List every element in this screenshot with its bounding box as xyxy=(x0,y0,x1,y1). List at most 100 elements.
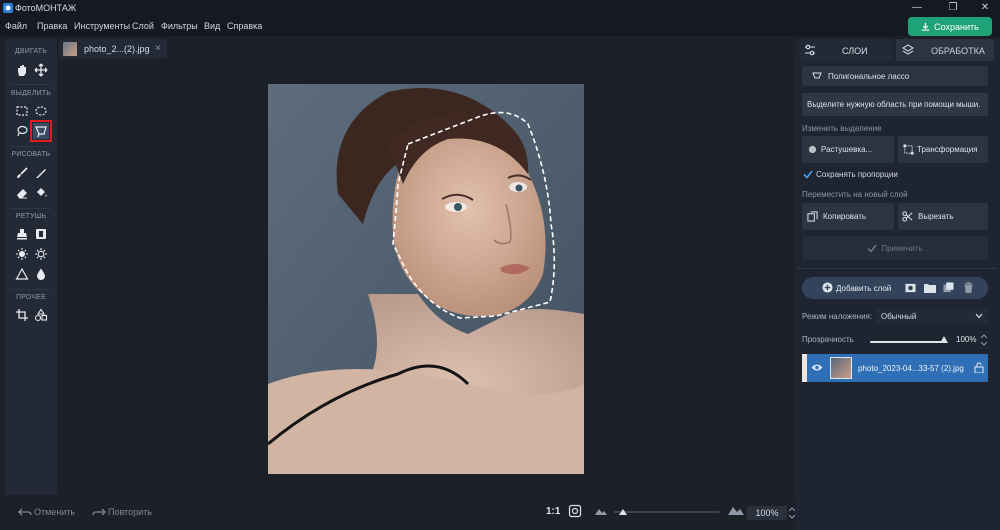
section-divider xyxy=(11,146,51,147)
ellipse-select-tool[interactable] xyxy=(33,103,49,119)
hint-text: Выделите нужную область при помощи мыши. xyxy=(807,100,981,109)
opacity-slider-thumb[interactable] xyxy=(940,336,948,343)
blend-mode-label: Режим наложения: xyxy=(802,312,873,321)
blend-mode-select[interactable]: Обычный xyxy=(876,309,988,324)
cut-button[interactable]: Вырезать xyxy=(898,203,988,230)
eye-icon[interactable] xyxy=(811,363,823,372)
shapes-tool[interactable] xyxy=(33,307,49,323)
menu-edit[interactable]: Правка xyxy=(37,21,67,31)
close-window-button[interactable]: ✕ xyxy=(974,1,996,15)
add-layer-button[interactable]: Добавить слой xyxy=(836,284,891,293)
duplicate-layer-icon[interactable] xyxy=(943,282,954,293)
undo-icon xyxy=(18,508,32,516)
feather-button-label: Растушевка... xyxy=(821,145,873,154)
save-button[interactable]: Сохранить xyxy=(908,17,992,36)
menu-filters[interactable]: Фильтры xyxy=(161,21,198,31)
layers-stack-icon xyxy=(902,44,914,55)
rect-select-tool[interactable] xyxy=(14,103,30,119)
tab-processing-label: ОБРАБОТКА xyxy=(931,46,985,56)
section-select-label: ВЫДЕЛИТЬ xyxy=(10,90,52,97)
eraser-tool[interactable] xyxy=(14,185,30,201)
patch-icon xyxy=(36,229,46,239)
actual-size-button[interactable]: 1:1 xyxy=(546,506,560,517)
section-divider xyxy=(11,289,51,290)
ellipse-select-icon xyxy=(35,106,47,116)
photo-image[interactable] xyxy=(268,84,584,474)
document-tab-close-button[interactable]: × xyxy=(155,43,161,54)
move-to-layer-label: Переместить на новый слой xyxy=(802,190,908,199)
brush-icon xyxy=(17,167,28,178)
current-tool-button[interactable]: Полигональное лассо xyxy=(802,66,988,86)
title-bar: ФотоМОНТАЖ — ❐ ✕ xyxy=(0,0,1000,16)
eraser-icon xyxy=(17,189,27,199)
lighten-tool[interactable] xyxy=(14,246,30,262)
apply-button[interactable]: Применить xyxy=(802,236,988,260)
save-button-label: Сохранить xyxy=(934,21,979,32)
keep-proportions-label[interactable]: Сохранять пропорции xyxy=(816,170,898,179)
hand-tool[interactable] xyxy=(14,62,30,78)
layer-thumbnail xyxy=(830,357,852,379)
opacity-spinner-icon[interactable] xyxy=(981,334,987,346)
transform-button-label: Трансформация xyxy=(917,145,978,154)
transform-icon xyxy=(903,144,914,155)
keep-proportions-checkbox[interactable] xyxy=(803,170,813,179)
crop-tool[interactable] xyxy=(14,307,30,323)
tool-panel: ДВИГАТЬ ВЫДЕЛИТЬ РИСОВАТЬ РЕТУШЬ ПРОЧЕЕ xyxy=(5,39,57,495)
opacity-value[interactable]: 100% xyxy=(956,335,976,344)
blur-tool[interactable] xyxy=(33,266,49,282)
section-divider xyxy=(11,208,51,209)
move-tool[interactable] xyxy=(33,62,49,78)
layers-toolbar: Добавить слой xyxy=(802,277,988,299)
app-title: ФотоМОНТАЖ xyxy=(15,3,77,13)
folder-icon[interactable] xyxy=(924,283,936,293)
tab-processing[interactable]: ОБРАБОТКА xyxy=(896,39,994,61)
document-tab[interactable]: photo_2...(2).jpg × xyxy=(59,39,167,59)
rect-select-icon xyxy=(16,106,28,116)
menu-help[interactable]: Справка xyxy=(227,21,262,31)
menu-view[interactable]: Вид xyxy=(204,21,220,31)
zoom-level[interactable]: 100% xyxy=(747,506,787,520)
zoom-slider-track xyxy=(614,511,720,513)
menu-layer[interactable]: Слой xyxy=(132,21,154,31)
transform-button[interactable]: Трансформация xyxy=(898,136,988,163)
fill-tool[interactable] xyxy=(33,185,49,201)
polygonal-lasso-tool[interactable] xyxy=(30,120,52,142)
apply-button-label: Применить xyxy=(881,243,923,253)
paint-bucket-icon xyxy=(37,188,47,197)
menu-tools[interactable]: Инструменты xyxy=(74,21,130,31)
change-selection-label: Изменить выделение xyxy=(802,124,882,133)
hand-icon xyxy=(18,65,26,76)
sun-icon xyxy=(16,248,28,260)
sharpen-tool[interactable] xyxy=(14,266,30,282)
brush-tool[interactable] xyxy=(14,165,30,181)
maximize-button[interactable]: ❐ xyxy=(942,1,964,15)
section-retouch-label: РЕТУШЬ xyxy=(15,213,47,220)
minimize-button[interactable]: — xyxy=(906,1,928,15)
zoom-out-mountain-icon[interactable] xyxy=(595,507,607,515)
undo-button[interactable]: Отменить xyxy=(34,507,75,517)
lasso-tool[interactable] xyxy=(14,123,30,139)
patch-tool[interactable] xyxy=(33,226,49,242)
stamp-tool[interactable] xyxy=(14,226,30,242)
tab-layers[interactable]: СЛОИ xyxy=(800,39,892,61)
redo-button[interactable]: Повторить xyxy=(108,507,152,517)
zoom-in-mountain-icon[interactable] xyxy=(728,505,744,515)
pencil-tool[interactable] xyxy=(33,165,49,181)
layer-item[interactable]: photo_2023-04...33-57 (2).jpg xyxy=(802,354,988,382)
zoom-slider[interactable] xyxy=(614,505,724,519)
section-other-label: ПРОЧЕЕ xyxy=(15,294,47,301)
unlock-icon[interactable] xyxy=(974,362,984,373)
app-logo-icon xyxy=(3,3,13,13)
download-icon xyxy=(922,22,930,31)
darken-tool[interactable] xyxy=(33,246,49,262)
menu-file[interactable]: Файл xyxy=(5,21,27,31)
document-tab-name: photo_2...(2).jpg xyxy=(84,44,150,54)
stamp-icon xyxy=(17,229,27,240)
opacity-slider[interactable] xyxy=(870,334,950,346)
fit-screen-icon[interactable] xyxy=(568,504,582,518)
feather-button[interactable]: Растушевка... xyxy=(802,136,894,163)
portrait-photo xyxy=(268,84,584,474)
trash-icon[interactable] xyxy=(964,282,973,293)
add-mask-icon[interactable] xyxy=(905,283,916,293)
copy-button[interactable]: Копировать xyxy=(802,203,894,230)
